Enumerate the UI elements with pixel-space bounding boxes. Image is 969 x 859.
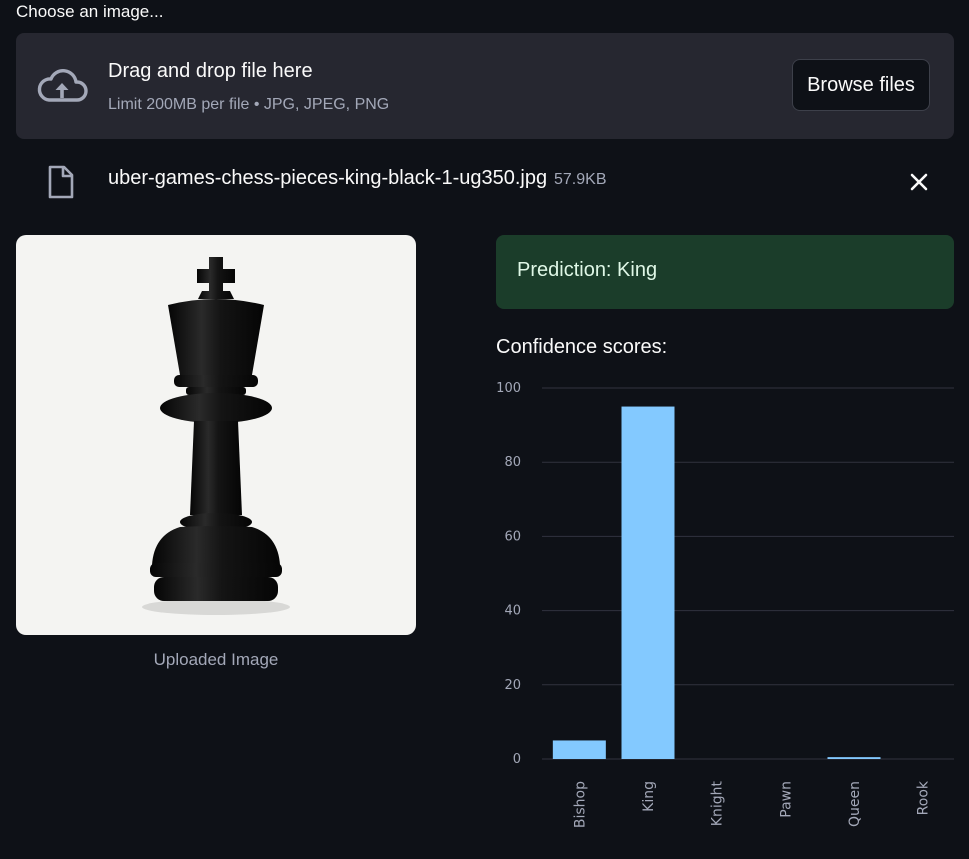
close-icon[interactable] <box>907 170 931 194</box>
y-tick-label: 40 <box>504 604 521 619</box>
x-tick-label: Knight <box>710 781 726 827</box>
confidence-heading: Confidence scores: <box>496 336 668 358</box>
image-caption: Uploaded Image <box>153 650 279 669</box>
x-tick-label: King <box>641 781 657 812</box>
bar-bishop[interactable] <box>552 740 606 759</box>
dropzone-title: Drag and drop file here <box>108 60 313 82</box>
x-tick-label: Bishop <box>572 781 588 828</box>
file-name: uber-games-chess-pieces-king-black-1-ug3… <box>108 167 548 189</box>
file-size: 57.9KB <box>554 171 607 188</box>
y-tick-label: 100 <box>496 381 521 396</box>
y-tick-label: 0 <box>513 752 521 767</box>
file-dropzone[interactable]: Drag and drop file here Limit 200MB per … <box>16 33 954 139</box>
bar-king[interactable] <box>621 406 675 759</box>
cloud-upload-icon <box>37 69 88 102</box>
bar-queen[interactable] <box>827 757 881 759</box>
y-tick-label: 80 <box>504 455 521 470</box>
dropzone-limits: Limit 200MB per file • JPG, JPEG, PNG <box>108 96 390 113</box>
uploader-label: Choose an image... <box>16 2 164 21</box>
uploaded-file-row: uber-games-chess-pieces-king-black-1-ug3… <box>16 158 954 204</box>
chess-king-image <box>142 257 290 615</box>
x-tick-label: Pawn <box>778 781 794 818</box>
y-tick-label: 20 <box>504 678 521 693</box>
uploaded-image <box>16 235 416 635</box>
x-tick-label: Queen <box>847 781 863 827</box>
browse-files-button[interactable]: Browse files <box>792 59 930 111</box>
y-tick-label: 60 <box>504 529 521 544</box>
x-tick-label: Rook <box>916 780 932 815</box>
confidence-bar-chart: 0 20 40 60 80 100 Bishop King Knight Pawn Queen Roo… <box>496 381 954 828</box>
prediction-alert: Prediction: King <box>496 235 954 309</box>
file-icon <box>48 165 74 199</box>
